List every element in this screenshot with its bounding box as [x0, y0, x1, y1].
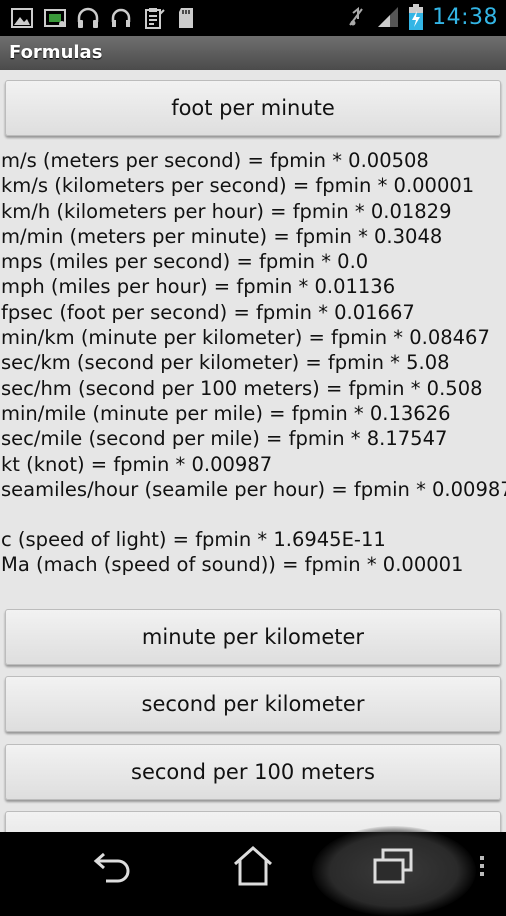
back-button[interactable] — [72, 832, 152, 900]
page-title: Formulas — [9, 42, 103, 63]
image-icon — [11, 8, 33, 28]
home-icon — [234, 845, 272, 886]
formula-line: mps (miles per second) = fpmin * 0.0 — [1, 250, 369, 274]
formula-spacer — [0, 502, 506, 527]
formula-line: kt (knot) = fpmin * 0.00987 — [1, 452, 273, 476]
formula-list: m/s (meters per second) = fpmin * 0.0050… — [0, 148, 506, 578]
foot-per-minute-button[interactable]: foot per minute — [5, 80, 501, 136]
recent-apps-button[interactable] — [353, 832, 433, 900]
second-per-100-meters-button[interactable]: second per 100 meters — [5, 744, 501, 800]
sd-card-icon — [179, 8, 193, 28]
formula-line: Ma (mach (speed of sound)) = fpmin * 0.0… — [1, 553, 464, 577]
formula-line: sec/mile (second per mile) = fpmin * 8.1… — [1, 427, 448, 451]
formula-line: mph (miles per hour) = fpmin * 0.01136 — [1, 275, 396, 299]
clock: 14:38 — [432, 4, 498, 30]
status-bar: 14:38 — [0, 0, 506, 36]
formula-line: c (speed of light) = fpmin * 1.6945E-11 — [1, 528, 386, 552]
formula-line: fpsec (foot per second) = fpmin * 0.0166… — [1, 300, 415, 324]
formula-line: m/min (meters per minute) = fpmin * 0.30… — [1, 224, 443, 248]
screen-icon — [44, 9, 66, 27]
headset-icon — [111, 8, 131, 27]
menu-icon[interactable] — [480, 856, 484, 880]
headphones-icon — [77, 7, 99, 28]
clipboard-icon — [145, 8, 165, 29]
content-scroll-area[interactable]: foot per minute m/s (meters per second) … — [0, 70, 506, 832]
recent-apps-icon — [373, 848, 413, 884]
title-bar: Formulas — [0, 36, 506, 71]
home-button[interactable] — [213, 832, 293, 900]
formula-line: m/s (meters per second) = fpmin * 0.0050… — [1, 149, 429, 172]
system-icons: 14:38 — [344, 4, 498, 30]
formula-line: sec/km (second per kilometer) = fpmin * … — [1, 351, 450, 375]
minute-per-kilometer-button[interactable]: minute per kilometer — [5, 609, 501, 665]
signal-icon — [378, 7, 399, 27]
second-per-kilometer-button[interactable]: second per kilometer — [5, 676, 501, 732]
formula-line: km/s (kilometers per second) = fpmin * 0… — [1, 174, 475, 198]
formula-line: km/h (kilometers per hour) = fpmin * 0.0… — [1, 199, 452, 223]
formula-line: min/km (minute per kilometer) = fpmin * … — [1, 326, 490, 350]
notification-icons — [10, 6, 199, 30]
navigation-bar — [0, 826, 506, 916]
formula-line: seamiles/hour (seamile per hour) = fpmin… — [1, 477, 506, 501]
mute-icon — [349, 6, 363, 26]
back-icon — [93, 852, 130, 883]
formula-line: min/mile (minute per mile) = fpmin * 0.1… — [1, 401, 451, 425]
battery-charging-icon — [409, 4, 424, 30]
formula-line: sec/hm (second per 100 meters) = fpmin *… — [1, 376, 483, 400]
